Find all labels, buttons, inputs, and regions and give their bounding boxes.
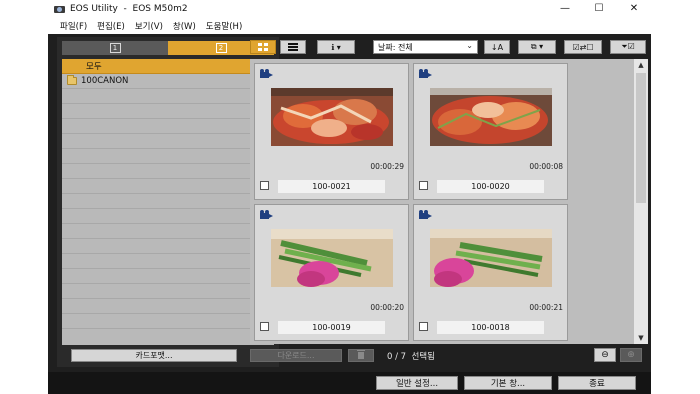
select-checkbox[interactable]	[260, 181, 269, 190]
toggle-selection-button[interactable]: ☑⇄☐	[564, 40, 602, 54]
tree-empty-row	[62, 194, 274, 209]
group-display-button[interactable]: ⧉ ▾	[518, 40, 556, 54]
sort-direction-button[interactable]: ↓A	[484, 40, 510, 54]
filter-button[interactable]: ⏷☑	[610, 40, 646, 54]
window-title: EOS Utility - EOS M50m2	[70, 3, 188, 14]
movie-icon	[260, 210, 274, 219]
delete-button[interactable]	[348, 349, 374, 362]
file-name: 100-0021	[278, 180, 385, 193]
close-button[interactable]: ✕	[617, 0, 651, 17]
zoom-out-button[interactable]: ⊖	[594, 348, 616, 362]
thumbnail-card[interactable]: 00:00:08 100-0020	[413, 63, 568, 200]
tree-empty-row	[62, 239, 274, 254]
eos-utility-window: EOS Utility - EOS M50m2 — ☐ ✕ 파일(F) 편집(E…	[48, 0, 651, 394]
select-checkbox[interactable]	[419, 322, 428, 331]
list-view-button[interactable]	[280, 40, 306, 54]
sort-select[interactable]: 날짜: 전체 ⌄	[373, 40, 478, 54]
zoom-in-button[interactable]: ⊕	[620, 348, 642, 362]
file-name: 100-0019	[278, 321, 385, 334]
card-slot-2-icon: 2	[215, 43, 227, 53]
maximize-button[interactable]: ☐	[582, 0, 616, 17]
title-bar: EOS Utility - EOS M50m2 — ☐ ✕	[48, 0, 651, 17]
menu-window[interactable]: 창(W)	[173, 20, 196, 32]
chevron-down-icon: ⌄	[466, 41, 473, 50]
tree-empty-row	[62, 254, 274, 269]
select-checkbox[interactable]	[260, 322, 269, 331]
menu-bar: 파일(F) 편집(E) 보기(V) 창(W) 도움말(H)	[48, 17, 651, 34]
movie-icon	[419, 210, 433, 219]
eos-camera-app-icon	[54, 4, 65, 14]
info-display-button[interactable]: ℹ ▾	[317, 40, 355, 54]
thumbnail-image	[271, 229, 393, 287]
duration-label: 00:00:21	[529, 303, 563, 312]
tree-empty-row	[62, 134, 274, 149]
tree-empty-row	[62, 119, 274, 134]
duration-label: 00:00:20	[370, 303, 404, 312]
selection-count: 0 / 7 선택됨	[387, 352, 435, 362]
preferences-button[interactable]: 일반 설정...	[376, 376, 458, 390]
tree-item-label: 모두	[86, 62, 102, 72]
tree-empty-row	[62, 224, 274, 239]
footer-bar: 일반 설정... 기본 창... 종료	[48, 372, 651, 394]
tree-item-100canon[interactable]: 100CANON	[62, 74, 274, 89]
minimize-button[interactable]: —	[548, 0, 582, 17]
grid-icon	[258, 43, 268, 51]
thumbnail-card[interactable]: 00:00:21 100-0018	[413, 204, 568, 341]
scrollbar-thumb[interactable]	[636, 73, 646, 203]
scroll-down-icon[interactable]: ▼	[634, 332, 648, 344]
tree-empty-row	[62, 104, 274, 119]
tree-item-label: 100CANON	[81, 76, 129, 86]
download-button[interactable]: 다운로드...	[250, 349, 342, 362]
menu-edit[interactable]: 편집(E)	[97, 20, 125, 32]
tree-item-all[interactable]: 모두	[62, 59, 274, 74]
tree-empty-row	[62, 314, 274, 329]
card-format-button[interactable]: 카드포맷...	[71, 349, 237, 362]
tree-empty-row	[62, 89, 274, 104]
tree-empty-row	[62, 149, 274, 164]
quit-button[interactable]: 종료	[558, 376, 636, 390]
menu-view[interactable]: 보기(V)	[135, 20, 163, 32]
folder-icon	[67, 75, 77, 85]
folder-tree: 모두 100CANON	[62, 59, 274, 345]
movie-icon	[419, 69, 433, 78]
menu-help[interactable]: 도움말(H)	[206, 20, 242, 32]
tree-empty-row	[62, 269, 274, 284]
sort-select-value: 날짜: 전체	[378, 42, 413, 52]
vertical-scrollbar[interactable]: ▲ ▼	[634, 59, 648, 344]
thumbnail-card[interactable]: 00:00:29 100-0021	[254, 63, 409, 200]
duration-label: 00:00:08	[529, 162, 563, 171]
trash-icon	[357, 350, 365, 359]
tab-card-slot-1[interactable]: 1	[62, 41, 168, 55]
thumbnail-card[interactable]: 00:00:20 100-0019	[254, 204, 409, 341]
tree-empty-row	[62, 299, 274, 314]
file-name: 100-0018	[437, 321, 544, 334]
scroll-up-icon[interactable]: ▲	[634, 59, 648, 71]
thumbnail-image	[430, 88, 552, 146]
thumbnail-grid: 00:00:29 100-0021 00:00:08 100-0020 00:0…	[250, 59, 634, 344]
tree-empty-row	[62, 209, 274, 224]
thumbnail-image	[271, 88, 393, 146]
menu-file[interactable]: 파일(F)	[60, 20, 87, 32]
grid-view-button[interactable]	[250, 40, 276, 54]
tree-empty-row	[62, 164, 274, 179]
tree-empty-row	[62, 284, 274, 299]
thumbnail-image	[430, 229, 552, 287]
movie-icon	[260, 69, 274, 78]
duration-label: 00:00:29	[370, 162, 404, 171]
folder-panel: 1 2 모두 100CANON 카드포맷...	[57, 37, 279, 367]
select-checkbox[interactable]	[419, 181, 428, 190]
main-window-button[interactable]: 기본 창...	[464, 376, 552, 390]
view-toolbar: ℹ ▾ 날짜: 전체 ⌄ ↓A ⧉ ▾ ☑⇄☐ ⏷☑	[250, 40, 648, 56]
tree-empty-row	[62, 179, 274, 194]
file-name: 100-0020	[437, 180, 544, 193]
list-icon	[288, 43, 298, 51]
card-slot-1-icon: 1	[109, 43, 121, 53]
card-slot-tabs: 1 2	[62, 41, 274, 55]
